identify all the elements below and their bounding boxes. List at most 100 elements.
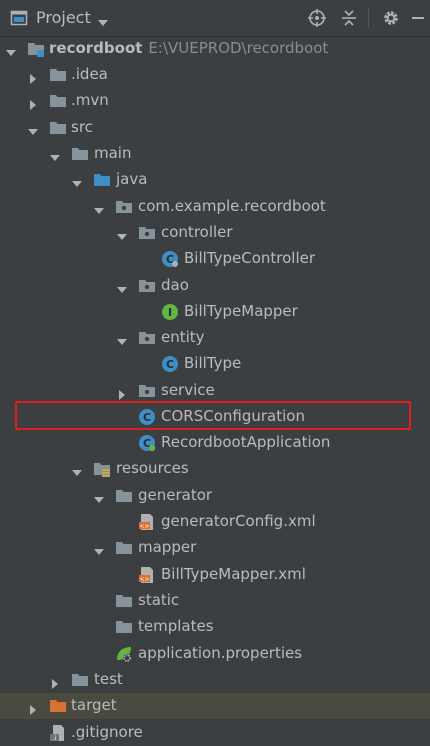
tree-node-label: BillType [184, 354, 242, 372]
tree-node-billtypemapper-xml[interactable]: <> BillTypeMapper.xml [0, 562, 430, 588]
locate-icon[interactable] [307, 8, 327, 28]
svg-text:C: C [166, 358, 174, 371]
package-icon [138, 277, 156, 295]
tree-node-recordbootapplication[interactable]: C RecordbootApplication [0, 430, 430, 456]
tree-node-label: java [116, 170, 148, 188]
tree-node-mapper[interactable]: mapper [0, 535, 430, 561]
folder-icon [71, 671, 89, 689]
collapsed-arrow-icon[interactable] [28, 96, 38, 114]
expanded-arrow-icon[interactable] [72, 464, 82, 482]
tree-node-label: static [138, 591, 180, 609]
svg-text:<>: <> [139, 523, 149, 530]
tree-node-generatorconfig-xml[interactable]: <> generatorConfig.xml [0, 509, 430, 535]
package-icon [138, 382, 156, 400]
svg-text:I: I [168, 306, 172, 319]
class-icon: C [161, 250, 179, 268]
expanded-arrow-icon[interactable] [94, 543, 104, 561]
tree-node-label: entity [161, 328, 205, 346]
interface-icon: I [161, 303, 179, 321]
tree-node-label: mapper [138, 538, 197, 556]
expanded-arrow-icon[interactable] [94, 491, 104, 509]
tree-node-label: generatorConfig.xml [161, 512, 316, 530]
folder-icon [115, 539, 133, 557]
tree-node-test[interactable]: test [0, 667, 430, 693]
tree-node-mvn[interactable]: .mvn [0, 88, 430, 114]
expanded-arrow-icon[interactable] [117, 281, 127, 299]
tree-node-billtypemapper[interactable]: I BillTypeMapper [0, 299, 430, 325]
tree-node-java[interactable]: java [0, 167, 430, 193]
tree-node-target[interactable]: target [0, 693, 430, 719]
toolbar-separator [368, 8, 369, 28]
tree-node-entity[interactable]: entity [0, 325, 430, 351]
collapse-all-icon[interactable] [339, 8, 359, 28]
tree-node-label: resources [116, 459, 189, 477]
tree-node-generator[interactable]: generator [0, 483, 430, 509]
gear-icon[interactable] [381, 8, 401, 28]
svg-text:.i: .i [53, 735, 57, 742]
collapsed-arrow-icon[interactable] [28, 70, 38, 88]
class-icon: C [161, 355, 179, 373]
project-panel-header: Project [0, 0, 430, 37]
tree-node-controller[interactable]: controller [0, 220, 430, 246]
project-window-icon [10, 9, 28, 31]
collapsed-arrow-icon[interactable] [28, 701, 38, 719]
folder-icon [49, 119, 67, 137]
tree-node-label: RecordbootApplication [161, 433, 331, 451]
package-icon [115, 198, 133, 216]
package-icon [138, 329, 156, 347]
tree-node-application-properties[interactable]: application.properties [0, 641, 430, 667]
expanded-arrow-icon[interactable] [117, 333, 127, 351]
tree-node-label: controller [161, 223, 233, 241]
folder-icon [71, 145, 89, 163]
tree-node-label: test [94, 670, 123, 688]
expanded-arrow-icon[interactable] [117, 228, 127, 246]
tree-node-resources[interactable]: resources [0, 456, 430, 482]
tree-node-label: application.properties [138, 644, 303, 662]
highlight-box [15, 401, 411, 430]
tree-node-recordboot[interactable]: recordboot E:\VUEPROD\recordboot [0, 36, 430, 62]
tree-node-billtypecontroller[interactable]: C BillTypeController [0, 246, 430, 272]
svg-text:<>: <> [139, 576, 149, 583]
folder-icon [49, 92, 67, 110]
tree-node-label: BillTypeMapper.xml [161, 565, 306, 583]
folder-icon [49, 66, 67, 84]
tree-node-label: templates [138, 617, 214, 635]
hide-icon[interactable] [408, 8, 428, 28]
tree-node-billtype[interactable]: C BillType [0, 351, 430, 377]
spring-properties-icon [115, 645, 133, 663]
excluded-folder-icon [49, 697, 67, 715]
tree-node-label: target [71, 696, 117, 714]
expanded-arrow-icon[interactable] [94, 202, 104, 220]
tree-node-package-recordboot[interactable]: com.example.recordboot [0, 194, 430, 220]
xml-file-icon: <> [138, 566, 156, 584]
resources-folder-icon [93, 460, 111, 478]
expanded-arrow-icon[interactable] [6, 44, 16, 62]
tree-node-label: BillTypeMapper [184, 302, 298, 320]
chevron-down-icon[interactable] [97, 13, 109, 31]
tree-node-label: BillTypeController [184, 249, 316, 267]
tree-node-label: main [94, 144, 132, 162]
tree-node-gitignore[interactable]: .i .gitignore [0, 720, 430, 746]
tree-node-label: .mvn [71, 91, 109, 109]
tree-node-label: service [161, 381, 215, 399]
project-path: E:\VUEPROD\recordboot [148, 39, 329, 57]
tree-node-static[interactable]: static [0, 588, 430, 614]
tree-node-label: .gitignore [71, 723, 143, 741]
expanded-arrow-icon[interactable] [50, 149, 60, 167]
tree-node-label: recordboot E:\VUEPROD\recordboot [49, 39, 328, 57]
module-folder-icon [27, 40, 45, 58]
source-folder-icon [93, 171, 111, 189]
tree-node-label: .idea [71, 65, 108, 83]
tree-node-idea[interactable]: .idea [0, 62, 430, 88]
tree-node-label: dao [161, 276, 189, 294]
panel-title[interactable]: Project [36, 8, 91, 27]
tree-node-dao[interactable]: dao [0, 273, 430, 299]
tree-node-main[interactable]: main [0, 141, 430, 167]
folder-icon [115, 592, 133, 610]
tree-node-src[interactable]: src [0, 115, 430, 141]
tree-node-label: com.example.recordboot [138, 197, 326, 215]
expanded-arrow-icon[interactable] [28, 123, 38, 141]
tree-node-templates[interactable]: templates [0, 614, 430, 640]
collapsed-arrow-icon[interactable] [50, 675, 60, 693]
expanded-arrow-icon[interactable] [72, 175, 82, 193]
